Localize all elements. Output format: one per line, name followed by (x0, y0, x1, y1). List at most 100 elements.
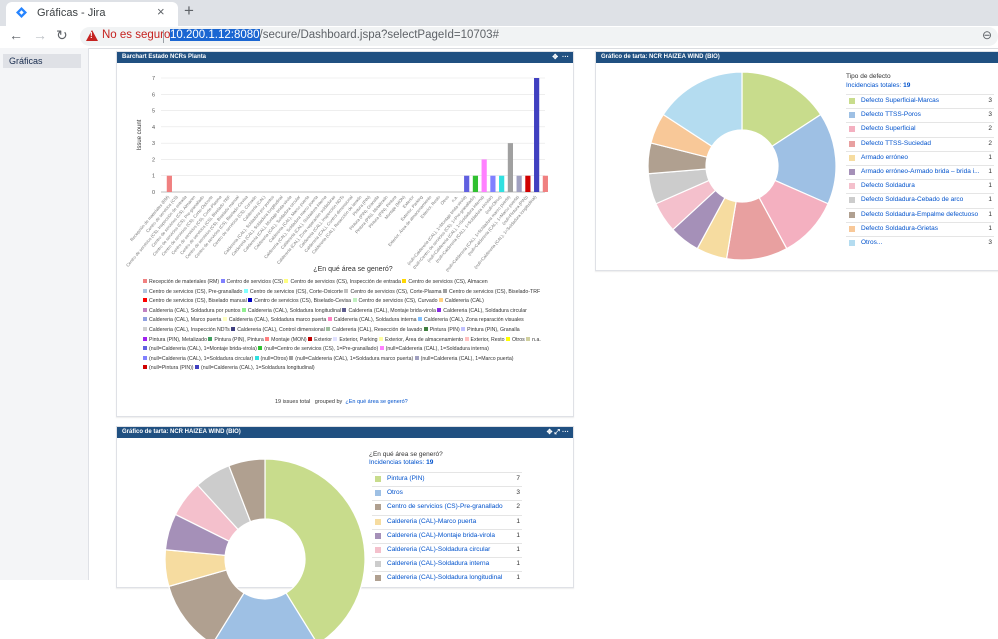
legend-label[interactable]: Caldereria (CAL)-Soldadura circular (387, 544, 507, 556)
legend-row[interactable]: Armado erróneo 1 (846, 150, 994, 164)
legend-row[interactable]: Pintura (PIN) 7 (372, 472, 522, 485)
legend-item: Caldereria (CAL) (438, 298, 484, 304)
legend-swatch (352, 298, 357, 303)
forward-icon[interactable]: → (33, 27, 47, 43)
legend-row[interactable]: Defecto Soldadura-Grietas 1 (846, 221, 994, 235)
legend-swatch (254, 355, 259, 360)
y-tick-label: 7 (152, 76, 155, 82)
bar[interactable] (464, 175, 470, 192)
legend-label[interactable]: Caldereria (CAL)-Soldadura interna (387, 558, 507, 570)
legend-item: Exterior (308, 336, 332, 343)
legend-label[interactable]: Defecto Soldadura (861, 180, 979, 192)
legend-label[interactable]: Pintura (PIN) (387, 473, 507, 485)
legend-label: (null=Caldereria (CAL), 1=Soldadura long… (201, 365, 315, 372)
legend-swatch (379, 346, 384, 351)
bar[interactable] (507, 143, 513, 192)
legend-row[interactable]: Defecto Soldadura-Cebado de arco 1 (846, 193, 994, 206)
legend-label[interactable]: Otros (387, 487, 507, 499)
legend-row[interactable]: Defecto Soldadura 1 (846, 179, 994, 192)
legend-row[interactable]: Defecto Soldadura-Empalme defectuoso 1 (846, 207, 994, 221)
footer-total: 19 issues total (275, 399, 311, 405)
bar-chart-gadget: Barchart Estado NCRs Planta ✥ ··· 0 1 2 3 4 5… (116, 51, 574, 417)
legend-swatch (526, 336, 531, 341)
legend-label[interactable]: Armado erróneo (861, 152, 979, 164)
legend-label: Caldereria (CAL), Montaje brida-virola (348, 307, 436, 314)
more-icon[interactable]: ··· (562, 429, 569, 436)
legend-item: Exterior, Parking (333, 336, 377, 343)
total-value: 19 (426, 459, 434, 466)
legend-label[interactable]: Defecto TTSS-Poros (861, 109, 979, 121)
legend-label[interactable]: Defecto Soldadura-Empalme defectuoso (861, 209, 979, 221)
bar[interactable] (472, 175, 479, 192)
sidebar-item-graficas[interactable]: Gráficas (3, 54, 81, 68)
legend-row[interactable]: Defecto TTSS-Suciedad 2 (846, 136, 994, 150)
legend-row[interactable]: Defecto Superficial 2 (846, 122, 994, 135)
legend-swatch (143, 336, 147, 341)
legend-count: 1 (988, 210, 992, 218)
legend-count: 3 (988, 97, 992, 104)
footer-field-link[interactable]: ¿En qué área se generó? (345, 399, 407, 405)
reload-icon[interactable]: ↻ (56, 27, 68, 44)
legend-label[interactable]: Defecto Superficial (861, 123, 979, 135)
legend-label[interactable]: Caldereria (CAL)-Marco puerta (387, 516, 507, 528)
url-text[interactable]: 10.200.1.12:8080/secure/Dashboard.jspa?s… (170, 29, 499, 41)
expand-icon[interactable]: ⤢ (554, 429, 560, 436)
legend-label[interactable]: Defecto Superficial-Marcas (861, 95, 979, 107)
legend-row[interactable]: Caldereria (CAL)-Marco puerta 1 (372, 514, 522, 528)
back-icon[interactable]: ← (9, 27, 23, 43)
legend-item: n.a. (526, 336, 541, 343)
legend-row[interactable]: Otros 3 (372, 486, 522, 499)
browser-tab[interactable]: Gráficas - Jira × (6, 2, 178, 26)
y-tick-label: 5 (152, 109, 155, 115)
bar[interactable] (525, 175, 531, 192)
legend-label[interactable]: Caldereria (CAL)-Montaje brida-virola (387, 530, 507, 542)
bar[interactable] (490, 175, 496, 192)
legend-label: Montaje (MON) (271, 336, 307, 343)
legend-row[interactable]: Caldereria (CAL)-Soldadura interna 1 (372, 557, 522, 570)
legend-swatch (849, 197, 855, 204)
legend-row[interactable]: Caldereria (CAL)-Montaje brida-virola 1 (372, 528, 522, 542)
legend-count: 1 (516, 574, 520, 582)
move-icon[interactable]: ✥ (552, 54, 558, 61)
bar[interactable] (499, 175, 505, 192)
legend-row[interactable]: Centro de servicios (CS)-Pre-granallado 2 (372, 500, 522, 513)
legend-row[interactable]: Defecto TTSS-Poros 3 (846, 108, 994, 121)
security-label[interactable]: No es seguro (102, 29, 170, 41)
legend-label[interactable]: Caldereria (CAL)-Soldadura longitudinal (387, 572, 507, 584)
bar[interactable] (542, 175, 548, 192)
legend-label: Caldereria (CAL), Soldadura marco puerta (228, 317, 327, 324)
legend-row[interactable]: Defecto Superficial-Marcas 3 (846, 94, 994, 107)
y-axis-label: Issue count (137, 119, 143, 150)
legend-swatch (849, 240, 855, 246)
new-tab-icon[interactable]: + (184, 1, 194, 21)
legend-label[interactable]: Defecto Soldadura-Grietas (861, 223, 979, 235)
legend-count: 7 (516, 475, 520, 482)
bar[interactable] (516, 175, 522, 192)
legend-item: (null=Pintura (PIN)) (143, 365, 194, 371)
move-icon[interactable]: ✥ (547, 429, 553, 436)
bar[interactable] (166, 175, 172, 192)
legend-row[interactable]: Armado erróneo-Armado brida – brida i...… (846, 165, 994, 178)
more-icon[interactable]: ··· (562, 54, 569, 61)
legend-label[interactable]: Otros... (861, 237, 979, 249)
legend-label: (null=Caldereria (CAL), 1=Marco puerta) (420, 355, 514, 362)
address-bar[interactable]: No es seguro 10.200.1.12:8080/secure/Das… (80, 27, 998, 46)
legend-swatch (222, 317, 227, 322)
zoom-icon[interactable]: ⊖ (982, 28, 992, 42)
legend-row[interactable]: Caldereria (CAL)-Soldadura circular 1 (372, 543, 522, 556)
legend-label: Caldereria (CAL), Resección de lavado (332, 326, 423, 333)
legend-swatch (344, 288, 349, 293)
legend-label: Pintura (PIN), Metalizado (149, 336, 207, 343)
legend-row[interactable]: Otros... 3 (846, 236, 994, 249)
legend-label[interactable]: Defecto Soldadura-Cebado de arco (861, 194, 979, 206)
bar[interactable] (534, 78, 540, 192)
y-tick-label: 6 (152, 92, 155, 98)
legend-label: (null=Pintura (PIN)) (149, 365, 194, 372)
legend-label[interactable]: Defecto TTSS-Suciedad (861, 138, 979, 150)
close-tab-icon[interactable]: × (157, 4, 165, 19)
legend-row[interactable]: Caldereria (CAL)-Soldadura longitudinal 1 (372, 571, 522, 584)
bar[interactable] (481, 159, 487, 192)
legend-label[interactable]: Centro de servicios (CS)-Pre-granallado (387, 501, 507, 513)
legend-label[interactable]: Armado erróneo-Armado brida – brida i... (861, 166, 979, 178)
legend-swatch (414, 355, 419, 360)
